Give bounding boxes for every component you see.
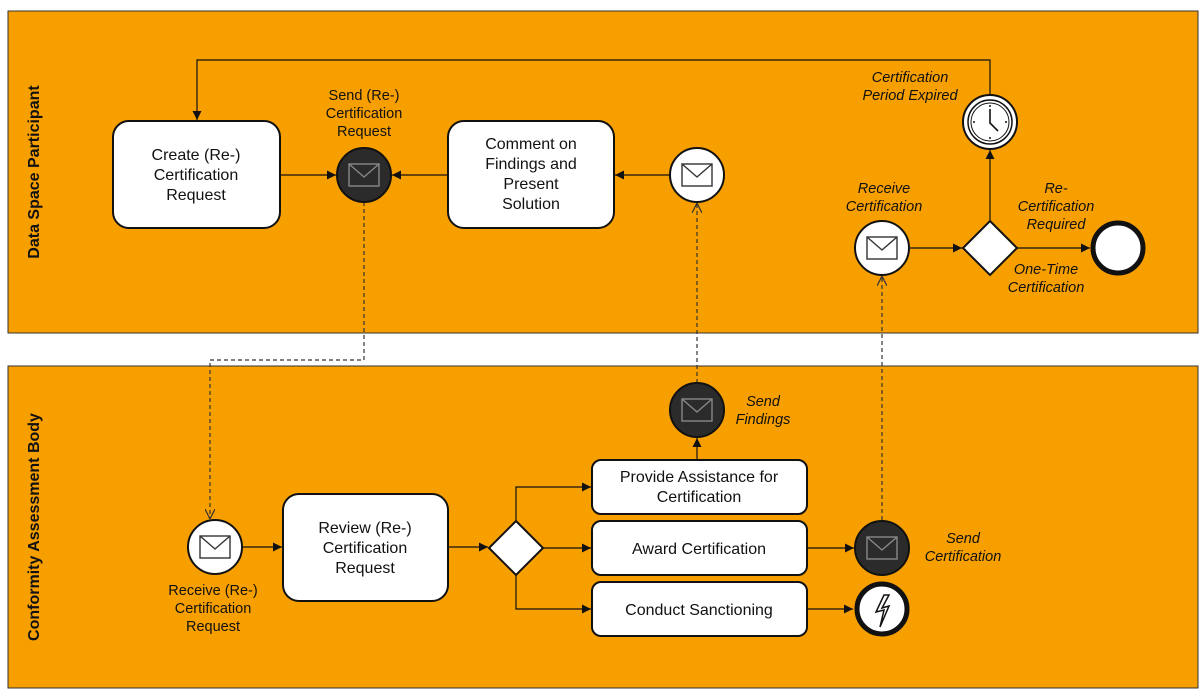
task-comment-findings[interactable]: Comment on Findings and Present Solution bbox=[447, 120, 615, 229]
task-conduct-sanctioning[interactable]: Conduct Sanctioning bbox=[591, 581, 808, 637]
svg-text:Send (Re-)CertificationRequest: Send (Re-) Certification Request bbox=[326, 88, 403, 140]
end-event[interactable] bbox=[1090, 220, 1146, 276]
svg-text:Award Certification: Award Certification bbox=[632, 541, 766, 558]
task-award-certification[interactable]: Award Certification bbox=[591, 520, 808, 576]
task-review-request[interactable]: Review (Re-) Certification Request bbox=[282, 493, 449, 602]
pool-label-upper: Data Space Participant bbox=[26, 85, 43, 259]
receive-findings-event[interactable] bbox=[669, 147, 725, 203]
bpmn-diagram: Data Space Participant Conformity Assess… bbox=[7, 10, 1199, 689]
pool-label-lower: Conformity Assessment Body bbox=[26, 413, 43, 641]
error-end-event[interactable] bbox=[854, 581, 910, 637]
svg-text:Conduct Sanctioning: Conduct Sanctioning bbox=[625, 602, 773, 619]
task-provide-assistance[interactable]: Provide Assistance for Certification bbox=[591, 459, 808, 515]
task-create-request[interactable]: Create (Re-) Certification Request bbox=[112, 120, 281, 229]
